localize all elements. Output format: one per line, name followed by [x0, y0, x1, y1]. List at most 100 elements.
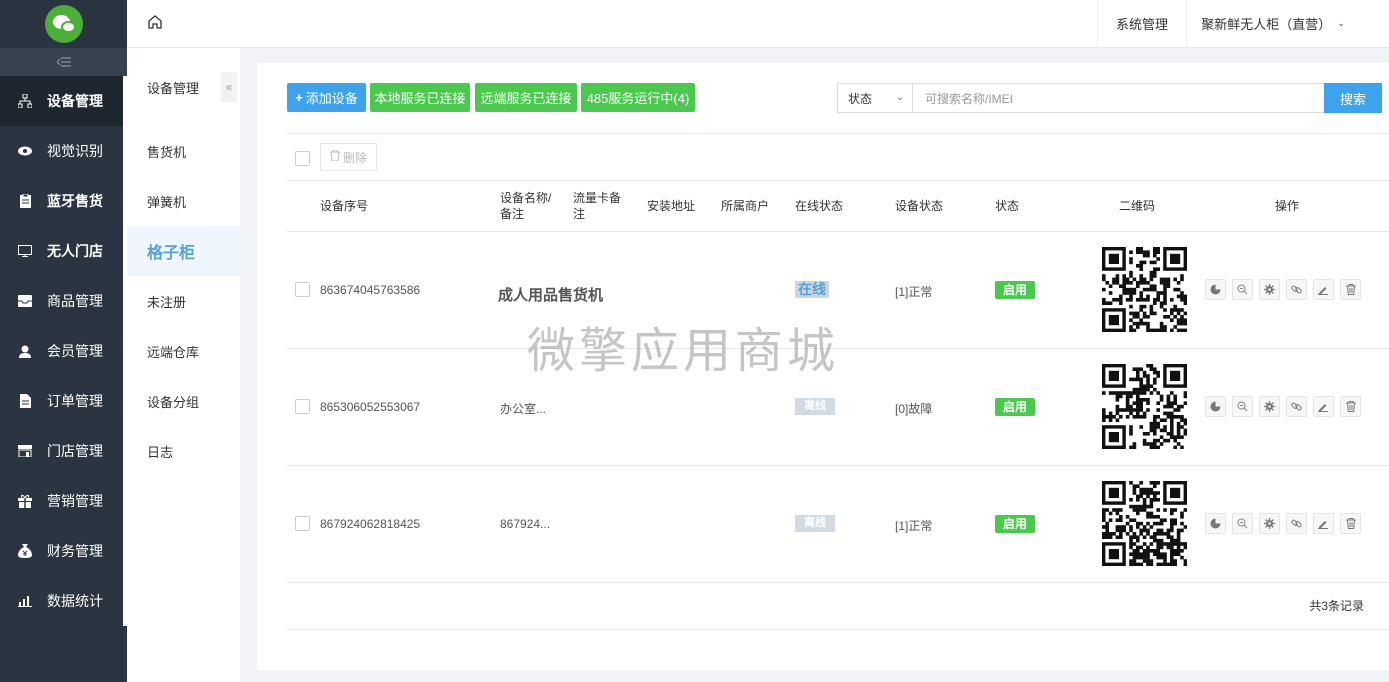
row-checkbox[interactable] — [295, 282, 310, 297]
th-name-line1: 设备名称/ — [500, 191, 552, 205]
qr-code — [1102, 481, 1187, 566]
th-address: 安装地址 — [647, 199, 696, 213]
device-name: 成人用品售货机 — [498, 287, 604, 304]
plus-icon: + — [295, 90, 303, 105]
link-icon[interactable] — [1286, 279, 1307, 300]
device-name: 办公室... — [500, 402, 547, 416]
remote-service-button[interactable]: 远端服务已连接 — [475, 83, 577, 112]
submenu-item-unregistered[interactable]: 未注册 — [127, 276, 240, 326]
th-qrcode: 二维码 — [1119, 199, 1156, 213]
search-input[interactable]: 可搜索名称/IMEI — [913, 83, 1325, 113]
stats-pie-icon[interactable] — [1205, 279, 1226, 300]
online-status-badge: 离线 — [795, 515, 835, 532]
th-status: 状态 — [995, 199, 1020, 213]
edit-icon[interactable] — [1313, 513, 1334, 534]
store-switcher[interactable]: 聚新鲜无人柜（直营） ⌄ — [1186, 0, 1359, 47]
th-name-line2: 备注 — [500, 207, 525, 221]
divider — [287, 465, 1389, 466]
collapse-submenu-icon[interactable]: « — [221, 72, 237, 102]
link-icon[interactable] — [1286, 396, 1307, 417]
sidebar-item-finance-management[interactable]: 财务管理 — [0, 526, 127, 576]
device-status: [0]故障 — [895, 402, 933, 416]
service-485-button[interactable]: 485服务运行中(4) — [581, 83, 695, 112]
sidebar-item-goods-management[interactable]: 商品管理 — [0, 276, 127, 326]
user-icon — [18, 344, 32, 358]
submenu-item-device-group[interactable]: 设备分组 — [127, 376, 240, 426]
sidebar-item-label: 数据统计 — [47, 593, 103, 609]
gear-icon[interactable] — [1259, 513, 1280, 534]
th-merchant: 所属商户 — [721, 199, 770, 213]
inbox-icon — [18, 294, 32, 308]
sidebar-item-bluetooth-vending[interactable]: 蓝牙售货 — [0, 176, 127, 226]
delete-button[interactable]: 删除 — [320, 143, 377, 171]
row-checkbox[interactable] — [295, 516, 310, 531]
search-zoom-icon[interactable] — [1232, 396, 1253, 417]
sitemap-icon — [18, 94, 32, 108]
sidebar-item-data-statistics[interactable]: 数据统计 — [0, 576, 127, 626]
service-485-label: 485服务运行中(4) — [586, 91, 690, 106]
device-serial: 867924062818425 — [320, 517, 421, 531]
select-all-checkbox[interactable] — [295, 151, 310, 166]
add-device-button[interactable]: + 添加设备 — [287, 83, 366, 112]
stats-pie-icon[interactable] — [1205, 396, 1226, 417]
clipboard-icon — [18, 194, 32, 208]
enable-status-badge[interactable]: 启用 — [995, 281, 1035, 299]
row-actions — [1205, 279, 1361, 300]
device-serial: 863674045763586 — [320, 283, 421, 297]
sidebar-item-device-management[interactable]: 设备管理 — [0, 76, 127, 126]
submenu-item-remote-warehouse[interactable]: 远端仓库 — [127, 326, 240, 376]
submenu-item-locker[interactable]: 格子柜 — [127, 226, 240, 276]
top-header: 系统管理 聚新鲜无人柜（直营） ⌄ — [127, 0, 1389, 48]
th-actions: 操作 — [1275, 199, 1300, 213]
system-management-link[interactable]: 系统管理 — [1097, 0, 1186, 47]
sidebar-item-label: 无人门店 — [47, 243, 103, 259]
status-select-value: 状态 — [848, 91, 873, 106]
search-zoom-icon[interactable] — [1232, 279, 1253, 300]
th-sim: 流量卡备 注 — [573, 190, 621, 222]
file-icon — [18, 394, 32, 408]
trash-icon[interactable] — [1340, 513, 1361, 534]
gear-icon[interactable] — [1259, 279, 1280, 300]
divider — [287, 231, 1389, 232]
submenu-item-log[interactable]: 日志 — [127, 426, 240, 476]
system-management-label: 系统管理 — [1115, 17, 1168, 32]
chevron-down-icon: ⌄ — [895, 92, 904, 103]
qr-code — [1102, 247, 1187, 332]
row-checkbox[interactable] — [295, 399, 310, 414]
local-service-button[interactable]: 本地服务已连接 — [370, 83, 470, 112]
link-icon[interactable] — [1286, 513, 1307, 534]
online-status-badge: 离线 — [795, 398, 835, 415]
sidebar-item-order-management[interactable]: 订单管理 — [0, 376, 127, 426]
sidebar-item-marketing-management[interactable]: 营销管理 — [0, 476, 127, 526]
enable-status-badge[interactable]: 启用 — [995, 515, 1035, 533]
submenu-item-vending[interactable]: 售货机 — [127, 126, 240, 176]
monitor-icon — [18, 244, 32, 258]
sidebar-item-member-management[interactable]: 会员管理 — [0, 326, 127, 376]
store-switcher-label: 聚新鲜无人柜（直营） — [1201, 17, 1332, 32]
th-online: 在线状态 — [795, 199, 844, 213]
gear-icon[interactable] — [1259, 396, 1280, 417]
enable-status-badge[interactable]: 启用 — [995, 398, 1035, 416]
logo-area — [0, 0, 127, 48]
status-select[interactable]: 状态 ⌄ — [837, 83, 913, 113]
submenu: 设备管理 « 售货机 弹簧机 格子柜 未注册 远端仓库 设备分组 日志 — [127, 48, 241, 682]
device-status: [1]正常 — [895, 519, 933, 533]
trash-icon — [329, 149, 340, 164]
trash-icon[interactable] — [1340, 396, 1361, 417]
home-icon[interactable] — [147, 14, 165, 32]
sidebar-collapse-icon[interactable] — [0, 48, 127, 76]
sidebar-item-visual-recognition[interactable]: 视觉识别 — [0, 126, 127, 176]
edit-icon[interactable] — [1313, 279, 1334, 300]
add-device-label: 添加设备 — [305, 91, 358, 106]
edit-icon[interactable] — [1313, 396, 1334, 417]
stats-pie-icon[interactable] — [1205, 513, 1226, 534]
sidebar-item-unmanned-store[interactable]: 无人门店 — [0, 226, 127, 276]
device-name: 867924... — [500, 517, 551, 531]
search-zoom-icon[interactable] — [1232, 513, 1253, 534]
th-name: 设备名称/ 备注 — [500, 190, 551, 222]
sidebar-item-store-management[interactable]: 门店管理 — [0, 426, 127, 476]
sidebar: 设备管理 视觉识别 蓝牙售货 无人门店 商品管理 会员管理 订单管理 门店管理 … — [0, 0, 127, 682]
search-button[interactable]: 搜索 — [1324, 83, 1382, 113]
submenu-item-spring[interactable]: 弹簧机 — [127, 176, 240, 226]
trash-icon[interactable] — [1340, 279, 1361, 300]
